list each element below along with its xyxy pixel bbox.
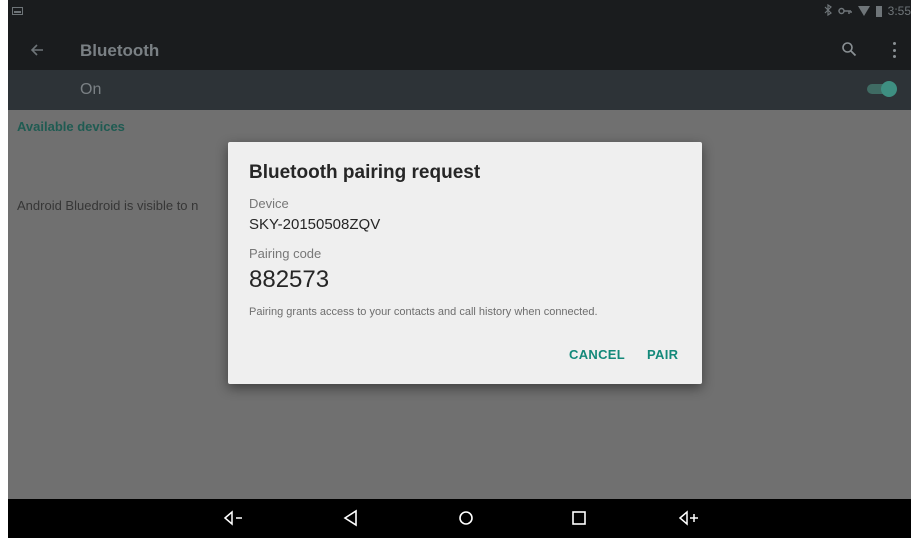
bluetooth-switch-bar[interactable]: On	[8, 70, 911, 110]
pairing-code: 882573	[249, 266, 330, 293]
cancel-button[interactable]: CANCEL	[569, 347, 625, 362]
toggle-thumb	[881, 81, 897, 97]
device-name: SKY-20150508ZQV	[249, 216, 381, 233]
volume-down-icon[interactable]	[223, 508, 245, 528]
pair-button[interactable]: PAIR	[647, 347, 678, 362]
recents-icon[interactable]	[568, 508, 590, 528]
dialog-title: Bluetooth pairing request	[249, 162, 481, 183]
pairing-dialog: Bluetooth pairing request Device SKY-201…	[228, 142, 702, 384]
android-screen: 3:55 Bluetooth On Available devices Andr…	[8, 0, 911, 538]
clock: 3:55	[887, 4, 911, 18]
back-icon[interactable]	[341, 508, 363, 528]
status-icons: 3:55	[824, 0, 911, 22]
overflow-menu-icon[interactable]	[891, 42, 897, 58]
device-label: Device	[249, 196, 289, 211]
bluetooth-toggle[interactable]	[867, 81, 897, 97]
section-header-available-devices: Available devices	[17, 119, 125, 134]
pairing-note: Pairing grants access to your contacts a…	[249, 306, 598, 318]
home-icon[interactable]	[455, 508, 477, 528]
battery-icon	[875, 5, 882, 17]
wifi-icon	[857, 6, 870, 16]
action-bar: Bluetooth	[8, 32, 911, 70]
back-arrow-icon[interactable]	[30, 38, 44, 62]
bluetooth-icon	[824, 3, 832, 18]
pairing-code-label: Pairing code	[249, 246, 322, 261]
status-bar: 3:55	[8, 0, 911, 32]
visibility-text: Android Bluedroid is visible to n	[17, 198, 199, 213]
volume-up-icon[interactable]	[678, 508, 700, 528]
switch-label: On	[80, 81, 102, 98]
page-title: Bluetooth	[80, 41, 160, 60]
screenshot-icon	[12, 7, 23, 15]
search-icon[interactable]	[841, 41, 859, 59]
navigation-bar	[8, 499, 911, 538]
vpn-key-icon	[837, 5, 852, 17]
